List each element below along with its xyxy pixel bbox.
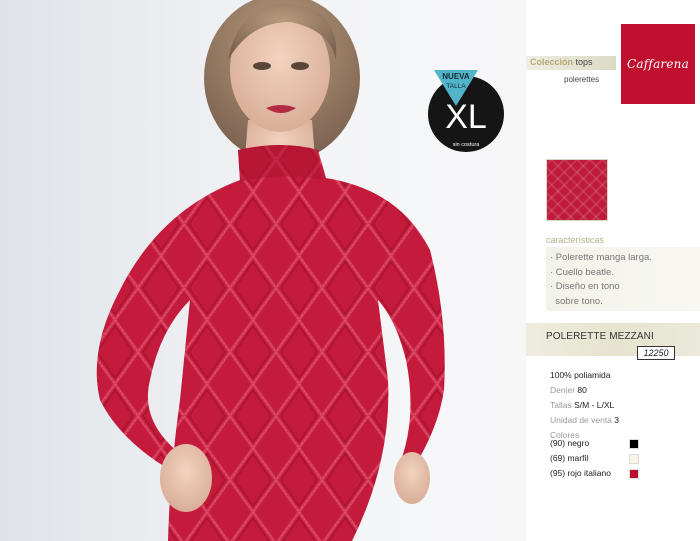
badge-size: XL xyxy=(445,98,487,136)
new-size-xl-badge: NUEVA TALLA XL sin costura xyxy=(428,70,504,152)
spec-denier: Denier 80 xyxy=(550,383,619,398)
feature-item: sobre tono. xyxy=(550,295,603,307)
badge-nueva: NUEVA xyxy=(442,72,470,81)
fabric-swatch xyxy=(546,159,608,221)
color-label: (90) negro xyxy=(550,438,590,448)
spec-tallas-value: S/M - L/XL xyxy=(574,400,615,410)
product-specs: 100% poliamida Denier 80 Tallas S/M - L/… xyxy=(550,368,619,443)
badge-talla: TALLA xyxy=(446,83,466,90)
feature-item: · Diseño en tono xyxy=(550,281,620,292)
features-list: · Polerette manga larga. · Cuello beatle… xyxy=(550,251,652,309)
product-name: POLERETTE MEZZANI xyxy=(546,331,654,342)
features-box: · Polerette manga larga. · Cuello beatle… xyxy=(546,247,700,311)
brand-logo: Caffarena xyxy=(621,24,695,104)
color-label: (69) marfil xyxy=(550,453,589,463)
feature-item: · Polerette manga larga. xyxy=(550,252,652,263)
color-chip-negro xyxy=(629,439,639,449)
collection-subcategory: polerettes xyxy=(564,75,600,84)
color-row-rojo-italiano: (95) rojo italiano xyxy=(550,466,644,481)
badge-footer: sin costura xyxy=(453,142,481,148)
color-chip-marfil xyxy=(629,454,639,464)
color-chip-rojo xyxy=(629,469,639,479)
color-list: (90) negro (69) marfil (95) rojo italian… xyxy=(550,436,644,481)
product-code: 12250 xyxy=(637,346,675,360)
spec-material: 100% poliamida xyxy=(550,370,611,380)
feature-item: · Cuello beatle. xyxy=(550,266,614,278)
brand-logo-text: Caffarena xyxy=(627,57,689,71)
spec-tallas-label: Tallas xyxy=(550,400,572,410)
color-row-negro: (90) negro xyxy=(550,436,644,451)
collection-heading: Colección tops xyxy=(530,57,593,67)
spec-unidad: Unidad de venta 3 xyxy=(550,413,619,428)
spec-unidad-label: Unidad de venta xyxy=(550,415,612,425)
product-info-panel: Caffarena Colección tops polerettes cara… xyxy=(526,0,700,541)
color-label: (95) rojo italiano xyxy=(550,468,611,478)
spec-unidad-value: 3 xyxy=(614,415,620,425)
color-row-marfil: (69) marfil xyxy=(550,451,644,466)
spec-tallas: Tallas S/M - L/XL xyxy=(550,398,619,413)
spec-denier-value: 80 xyxy=(577,385,587,395)
spec-denier-label: Denier xyxy=(550,385,576,395)
collection-word: Colección xyxy=(530,57,574,67)
features-label: características xyxy=(546,235,605,245)
collection-category: tops xyxy=(575,57,593,67)
